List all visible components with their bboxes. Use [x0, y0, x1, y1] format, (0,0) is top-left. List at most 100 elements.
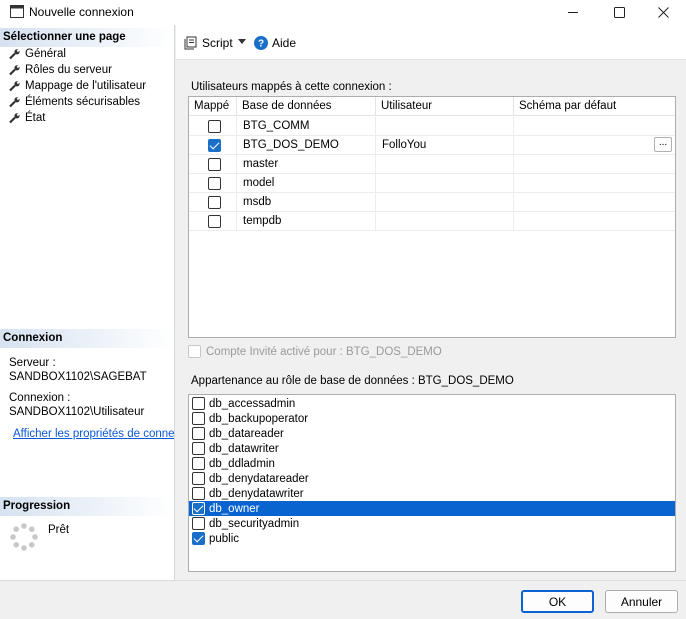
- list-item[interactable]: db_denydatareader: [189, 471, 675, 486]
- role-checkbox[interactable]: [192, 397, 205, 410]
- chevron-down-icon: [238, 39, 246, 44]
- schema-cell[interactable]: [514, 193, 675, 212]
- mapped-cell: [189, 136, 237, 155]
- window-title: Nouvelle connexion: [29, 5, 134, 19]
- list-item[interactable]: db_denydatawriter: [189, 486, 675, 501]
- server-value: SANDBOX1102\SAGEBAT: [9, 371, 147, 383]
- toolbar: Script ? Aide: [176, 25, 686, 60]
- user-cell[interactable]: [376, 212, 514, 231]
- wrench-icon: [9, 49, 20, 60]
- list-item[interactable]: public: [189, 531, 675, 546]
- connection-properties-link[interactable]: Afficher les propriétés de connexion: [9, 427, 174, 441]
- schema-cell[interactable]: [514, 155, 675, 174]
- script-dropdown-button[interactable]: [238, 39, 246, 44]
- database-cell: msdb: [237, 193, 376, 212]
- role-name: db_datawriter: [209, 442, 279, 455]
- guest-account-checkbox: [188, 345, 201, 358]
- list-item[interactable]: db_owner: [189, 501, 675, 516]
- progress-status: Prêt: [48, 524, 70, 536]
- role-checkbox[interactable]: [192, 502, 205, 515]
- connection-value: SANDBOX1102\Utilisateur: [9, 406, 145, 418]
- role-checkbox[interactable]: [192, 427, 205, 440]
- schema-cell[interactable]: [514, 212, 675, 231]
- user-cell[interactable]: [376, 174, 514, 193]
- role-checkbox[interactable]: [192, 517, 205, 530]
- mapped-checkbox[interactable]: [208, 139, 221, 152]
- grid-header: Mappé Base de données Utilisateur Schéma…: [189, 97, 675, 116]
- schema-cell[interactable]: [514, 174, 675, 193]
- page-item-securables[interactable]: Éléments sécurisables: [9, 94, 140, 110]
- table-row[interactable]: model: [189, 174, 675, 193]
- page-label: État: [25, 112, 46, 124]
- page-item-status[interactable]: État: [9, 110, 45, 126]
- mapped-checkbox[interactable]: [208, 120, 221, 133]
- role-name: public: [209, 532, 240, 545]
- list-item[interactable]: db_accessadmin: [189, 396, 675, 411]
- role-checkbox[interactable]: [192, 487, 205, 500]
- role-name: db_securityadmin: [209, 517, 300, 530]
- mapped-cell: [189, 212, 237, 231]
- role-checkbox[interactable]: [192, 457, 205, 470]
- minimize-button[interactable]: [550, 0, 596, 25]
- connection-header: Connexion: [0, 329, 174, 348]
- user-cell[interactable]: FolloYou: [376, 136, 514, 155]
- list-item[interactable]: db_datawriter: [189, 441, 675, 456]
- properties-link-text[interactable]: Afficher les propriétés de connexion: [13, 428, 174, 440]
- wrench-icon: [9, 113, 20, 124]
- role-membership-list: db_accessadmin db_backupoperator db_data…: [188, 394, 676, 572]
- list-item[interactable]: db_backupoperator: [189, 411, 675, 426]
- mapping-grid: Mappé Base de données Utilisateur Schéma…: [188, 96, 676, 338]
- wrench-icon: [9, 97, 20, 108]
- ok-button[interactable]: OK: [521, 590, 594, 613]
- cancel-button[interactable]: Annuler: [605, 590, 678, 613]
- column-header-schema[interactable]: Schéma par défaut: [514, 97, 675, 116]
- browse-schema-button[interactable]: ...: [654, 137, 672, 152]
- role-name: db_accessadmin: [209, 397, 296, 410]
- wrench-icon: [9, 81, 20, 92]
- help-label: Aide: [272, 36, 297, 50]
- mapped-checkbox[interactable]: [208, 158, 221, 171]
- table-row[interactable]: BTG_COMM: [189, 117, 675, 136]
- guest-account-label: Compte Invité activé pour : BTG_DOS_DEMO: [206, 345, 442, 358]
- mapped-checkbox[interactable]: [208, 177, 221, 190]
- column-header-mapped[interactable]: Mappé: [189, 97, 237, 116]
- close-button[interactable]: [640, 0, 686, 25]
- list-item[interactable]: db_ddladmin: [189, 456, 675, 471]
- table-row[interactable]: msdb: [189, 193, 675, 212]
- svg-text:?: ?: [258, 39, 264, 50]
- maximize-button[interactable]: [596, 0, 642, 25]
- page-label: Général: [25, 48, 66, 60]
- user-cell[interactable]: [376, 155, 514, 174]
- page-item-general[interactable]: Général: [9, 46, 66, 62]
- list-item[interactable]: db_securityadmin: [189, 516, 675, 531]
- progress-spinner-icon: [10, 523, 38, 551]
- table-row[interactable]: master: [189, 155, 675, 174]
- mapped-checkbox[interactable]: [208, 215, 221, 228]
- table-row[interactable]: BTG_DOS_DEMO FolloYou ...: [189, 136, 675, 155]
- help-button[interactable]: ? Aide: [254, 36, 296, 50]
- database-cell: master: [237, 155, 376, 174]
- column-header-database[interactable]: Base de données: [237, 97, 376, 116]
- table-row[interactable]: tempdb: [189, 212, 675, 231]
- role-checkbox[interactable]: [192, 532, 205, 545]
- list-item[interactable]: db_datareader: [189, 426, 675, 441]
- page-label: Mappage de l'utilisateur: [25, 80, 147, 92]
- user-cell[interactable]: [376, 117, 514, 136]
- schema-cell[interactable]: [514, 136, 675, 155]
- user-cell[interactable]: [376, 193, 514, 212]
- role-name: db_datareader: [209, 427, 284, 440]
- help-icon: ?: [254, 36, 268, 50]
- role-checkbox[interactable]: [192, 472, 205, 485]
- page-label: Rôles du serveur: [25, 64, 112, 76]
- column-header-user[interactable]: Utilisateur: [376, 97, 514, 116]
- mapped-cell: [189, 174, 237, 193]
- page-item-user-mapping[interactable]: Mappage de l'utilisateur: [9, 78, 146, 94]
- page-item-server-roles[interactable]: Rôles du serveur: [9, 62, 112, 78]
- schema-cell[interactable]: [514, 117, 675, 136]
- role-checkbox[interactable]: [192, 442, 205, 455]
- mapped-checkbox[interactable]: [208, 196, 221, 209]
- left-pane: Sélectionner une page Général Rôles du s…: [0, 25, 175, 580]
- role-checkbox[interactable]: [192, 412, 205, 425]
- title-bar: Nouvelle connexion: [0, 0, 686, 25]
- script-button[interactable]: Script: [184, 36, 233, 50]
